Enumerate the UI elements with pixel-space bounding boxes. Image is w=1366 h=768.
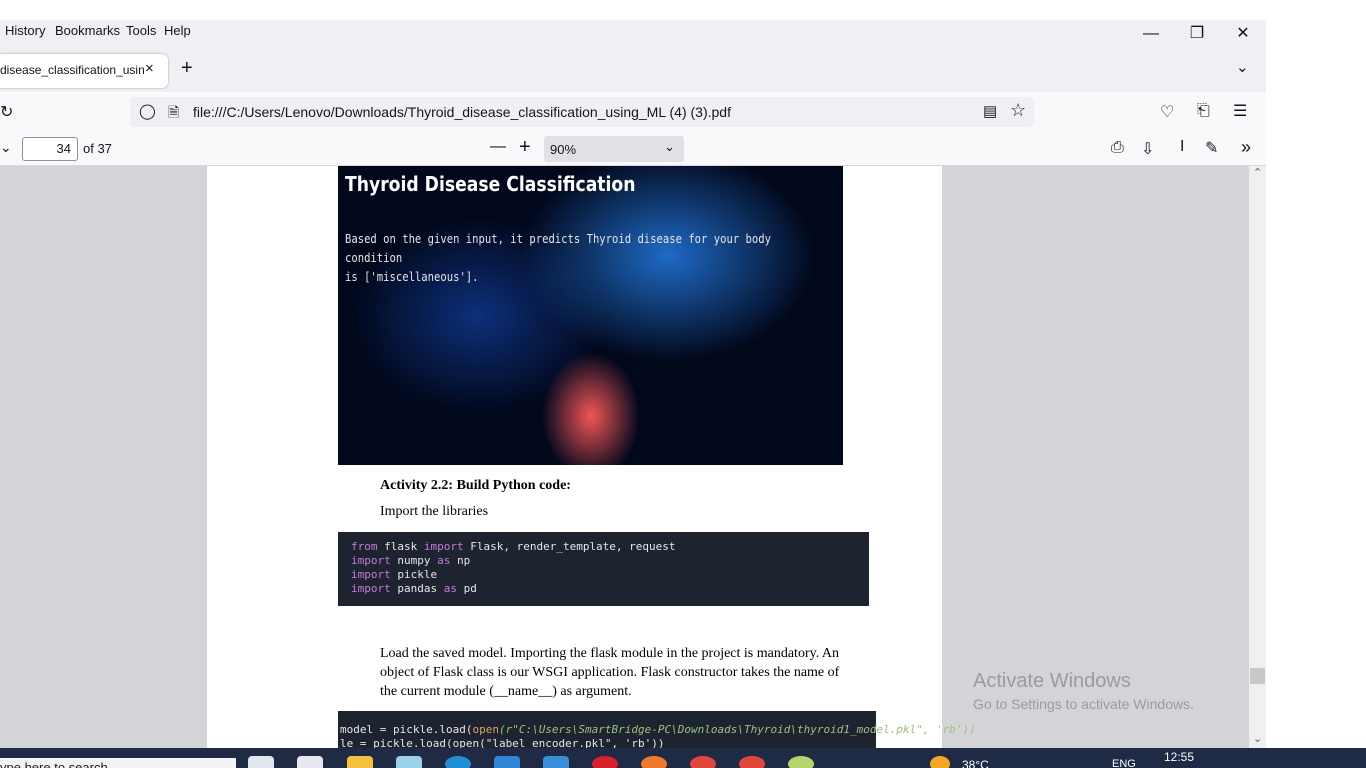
- download-icon[interactable]: ⇩: [1141, 139, 1154, 159]
- menu-help[interactable]: Help: [164, 23, 191, 38]
- edge-icon[interactable]: [445, 756, 471, 768]
- hero-text: Based on the given input, it predicts Th…: [345, 230, 776, 287]
- sidebar-toggle-icon[interactable]: ⌄: [0, 139, 12, 156]
- mail-icon[interactable]: [543, 756, 569, 768]
- scroll-up-icon[interactable]: ⌃: [1253, 166, 1262, 179]
- desktop-background: [1266, 20, 1366, 748]
- pdf-toolbar: ⌄ 34 of 37 — + 90% ⌄ ⎙ ⇩ I ✎ »: [0, 132, 1266, 166]
- activity-title: Activity 2.2: Build Python code:: [380, 478, 571, 493]
- paragraph-line: the current module (__name__) as argumen…: [380, 684, 632, 699]
- page-count: of 37: [83, 141, 112, 156]
- firefox-icon[interactable]: [641, 756, 667, 768]
- url-bar[interactable]: ◯ 🗎 file:///C:/Users/Lenovo/Downloads/Th…: [130, 97, 1034, 127]
- paragraph-line: object of Flask class is our WSGI applic…: [380, 665, 840, 680]
- hero-text-line-2: is ['miscellaneous'].: [345, 270, 479, 284]
- zoom-in-icon[interactable]: +: [519, 136, 531, 159]
- store-icon[interactable]: [494, 756, 520, 768]
- tab-bar: disease_classification_using_ML × + ⌄: [0, 42, 1266, 92]
- opera-icon[interactable]: [592, 756, 618, 768]
- menu-bar: History Bookmarks Tools Help — ❐ ✕: [0, 20, 1266, 42]
- task-view-icon[interactable]: [248, 756, 274, 768]
- chevron-down-icon: ⌄: [664, 139, 675, 154]
- list-all-tabs-icon[interactable]: ⌄: [1236, 58, 1249, 76]
- navigation-bar: ↻ ◯ 🗎 file:///C:/Users/Lenovo/Downloads/…: [0, 92, 1266, 132]
- tab-active[interactable]: disease_classification_using_ML ×: [0, 54, 168, 88]
- page-number-input[interactable]: 34: [22, 137, 78, 161]
- pocket-icon[interactable]: ♡: [1160, 102, 1174, 122]
- zoom-select[interactable]: 90% ⌄: [544, 136, 684, 162]
- chrome-icon[interactable]: [690, 756, 716, 768]
- clock-time[interactable]: 12:55: [1164, 750, 1194, 764]
- code-line: from flask import Flask, render_template…: [351, 540, 676, 553]
- scroll-down-icon[interactable]: ⌄: [1253, 732, 1262, 745]
- app-icon[interactable]: [788, 756, 814, 768]
- tab-title: disease_classification_using_ML: [0, 63, 144, 77]
- language-indicator[interactable]: ENG: [1112, 758, 1136, 768]
- code-line: import pandas as pd: [351, 582, 477, 595]
- taskbar: ype here to search 38°C ENG 12:55: [0, 748, 1366, 768]
- url-text[interactable]: file:///C:/Users/Lenovo/Downloads/Thyroi…: [193, 104, 731, 120]
- reader-view-icon[interactable]: ▤: [983, 102, 997, 120]
- page-info-icon[interactable]: 🗎: [168, 102, 179, 126]
- code-line: import numpy as np: [351, 554, 471, 567]
- code-line: le = pickle.load(open("label_encoder.pkl…: [340, 737, 665, 748]
- temperature[interactable]: 38°C: [962, 758, 989, 768]
- draw-tool-icon[interactable]: ✎: [1205, 138, 1218, 158]
- activate-windows-title: Activate Windows: [973, 670, 1131, 692]
- tab-close-icon[interactable]: ×: [145, 60, 154, 77]
- activity-subtitle: Import the libraries: [380, 504, 489, 519]
- scrollbar[interactable]: ⌃ ⌄: [1249, 166, 1266, 748]
- text-tool-icon[interactable]: I: [1180, 138, 1184, 156]
- code-block-model-load: model = pickle.load(open(r"C:\Users\Smar…: [338, 711, 976, 748]
- zoom-value: 90%: [550, 142, 577, 157]
- top-strip: [0, 0, 1366, 20]
- tools-menu-icon[interactable]: »: [1241, 137, 1251, 158]
- file-explorer-icon[interactable]: [347, 756, 373, 768]
- app-icon[interactable]: [396, 756, 422, 768]
- menu-history[interactable]: History: [5, 23, 45, 38]
- reload-icon[interactable]: ↻: [0, 102, 13, 122]
- new-tab-icon[interactable]: +: [181, 57, 193, 80]
- weather-icon: [930, 756, 950, 768]
- chrome-profile-icon[interactable]: [739, 756, 765, 768]
- hero-image: Thyroid Disease Classification Based on …: [338, 166, 843, 465]
- app-menu-icon[interactable]: ☰: [1233, 101, 1247, 121]
- notepad-icon[interactable]: [297, 756, 323, 768]
- taskbar-search-input[interactable]: ype here to search: [0, 758, 236, 768]
- code-line: model = pickle.load(open(r"C:\Users\Smar…: [340, 723, 976, 736]
- scroll-thumb[interactable]: [1250, 668, 1265, 684]
- pdf-viewer[interactable]: Thyroid Disease Classification Based on …: [0, 166, 1249, 748]
- activate-windows-subtitle: Go to Settings to activate Windows.: [973, 696, 1194, 712]
- pdf-page: Thyroid Disease Classification Based on …: [207, 166, 976, 748]
- hero-title: Thyroid Disease Classification: [345, 172, 636, 196]
- shield-icon[interactable]: ◯: [139, 102, 156, 120]
- paragraph: Load the saved model. Importing the flas…: [380, 644, 860, 701]
- menu-bookmarks[interactable]: Bookmarks: [55, 23, 120, 38]
- code-line: import pickle: [351, 568, 438, 581]
- code-block-imports: from flask import Flask, render_template…: [338, 532, 869, 606]
- hero-text-line-1: Based on the given input, it predicts Th…: [345, 232, 771, 265]
- zoom-out-icon[interactable]: —: [490, 138, 506, 156]
- print-icon[interactable]: ⎙: [1111, 139, 1124, 157]
- bookmark-star-icon[interactable]: ☆: [1010, 100, 1026, 121]
- extensions-icon[interactable]: ⎗: [1197, 102, 1210, 120]
- paragraph-line: Load the saved model. Importing the flas…: [380, 646, 840, 661]
- menu-tools[interactable]: Tools: [126, 23, 156, 38]
